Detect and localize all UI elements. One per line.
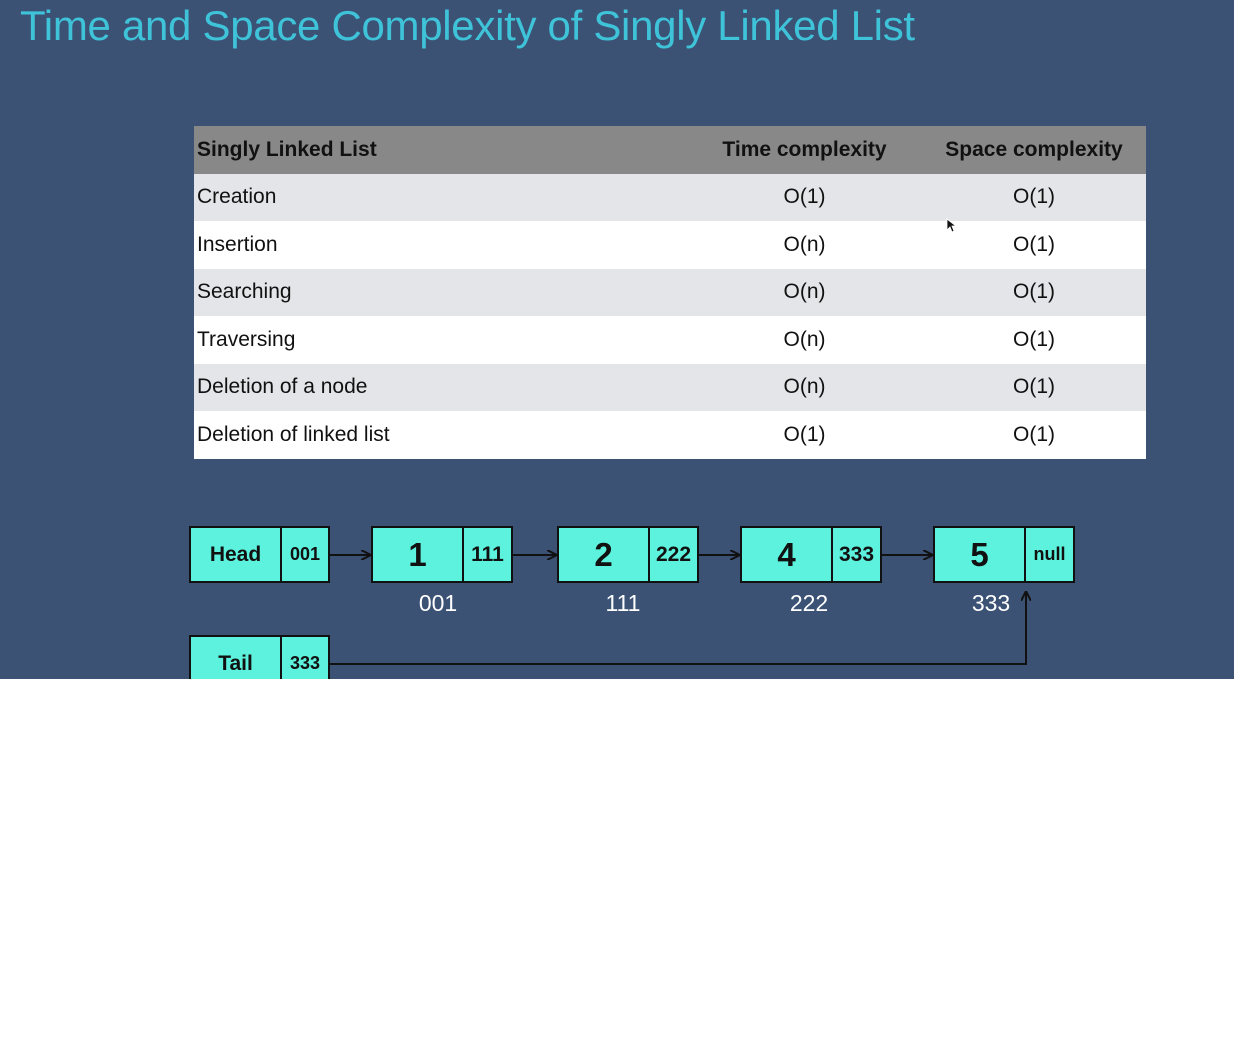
node-address: 333 (971, 590, 1011, 616)
head-box: Head 001 (189, 526, 330, 583)
tail-label: Tail (191, 637, 282, 679)
head-pointer: 001 (289, 544, 321, 564)
head-label: Head (191, 528, 282, 581)
node-address: 222 (789, 590, 829, 616)
node-address: 001 (418, 590, 458, 616)
node-value: 4 (742, 528, 833, 581)
tail-pointer: 333 (289, 653, 321, 673)
node-next-pointer: 222 (655, 542, 692, 566)
list-node: 2 222 (557, 526, 699, 583)
list-node: 1 111 (371, 526, 513, 583)
mouse-cursor-icon (946, 218, 958, 233)
node-next-pointer: 111 (471, 542, 504, 566)
node-next-pointer: 333 (838, 542, 875, 566)
list-node: 4 333 (740, 526, 882, 583)
slide: Time and Space Complexity of Singly Link… (0, 0, 1234, 679)
node-value: 2 (559, 528, 650, 581)
tail-box: Tail 333 (189, 635, 330, 679)
node-value: 1 (373, 528, 464, 581)
node-value: 5 (935, 528, 1026, 581)
node-next-pointer: null (1033, 544, 1066, 564)
node-address: 111 (605, 590, 641, 616)
list-node: 5 null (933, 526, 1075, 583)
